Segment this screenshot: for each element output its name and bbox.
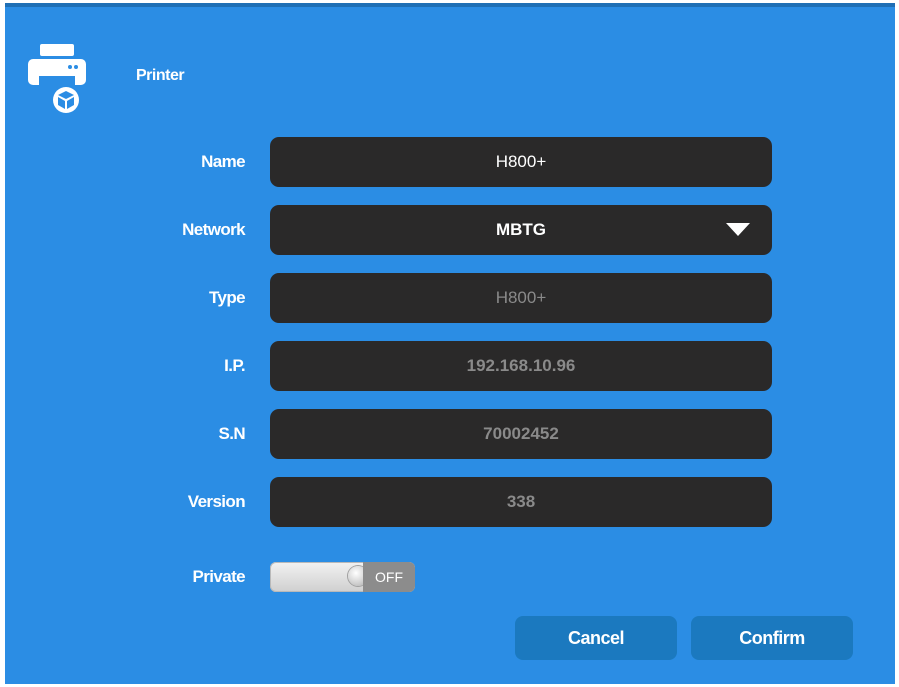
name-label: Name xyxy=(201,152,246,171)
type-row: Type H800+ xyxy=(5,273,895,323)
sn-field: 70002452 xyxy=(270,409,772,459)
version-value: 338 xyxy=(506,492,536,511)
type-field: H800+ xyxy=(270,273,772,323)
version-field: 338 xyxy=(270,477,772,527)
name-row: Name H800+ xyxy=(5,137,895,187)
ip-field: 192.168.10.96 xyxy=(270,341,772,391)
dropdown-arrow-icon[interactable] xyxy=(726,223,750,236)
type-value: H800+ xyxy=(495,288,547,307)
ip-label: I.P. xyxy=(224,356,246,375)
confirm-button[interactable]: Confirm xyxy=(691,616,853,660)
network-label: Network xyxy=(182,220,245,239)
network-select[interactable]: MBTG xyxy=(270,205,772,255)
version-label: Version xyxy=(187,492,246,511)
name-value: H800+ xyxy=(495,152,547,171)
cancel-button[interactable]: Cancel xyxy=(515,616,677,660)
private-toggle[interactable]: OFF xyxy=(270,562,415,592)
private-label: Private xyxy=(192,567,245,586)
sn-label: S.N xyxy=(218,424,245,443)
version-row: Version 338 xyxy=(5,477,895,527)
name-field[interactable]: H800+ xyxy=(270,137,772,187)
printer-icon xyxy=(27,43,87,115)
sn-row: S.N 70002452 xyxy=(5,409,895,459)
network-value: MBTG xyxy=(495,220,547,239)
toggle-state-text: OFF xyxy=(363,562,415,592)
ip-row: I.P. 192.168.10.96 xyxy=(5,341,895,391)
ip-value: 192.168.10.96 xyxy=(466,356,576,375)
sn-value: 70002452 xyxy=(483,424,559,443)
dialog-title: Printer xyxy=(136,67,185,84)
network-row: Network MBTG xyxy=(5,205,895,255)
type-label: Type xyxy=(208,288,246,307)
printer-dialog: Printer Name H800+ Network MBTG Type H80… xyxy=(5,3,895,684)
